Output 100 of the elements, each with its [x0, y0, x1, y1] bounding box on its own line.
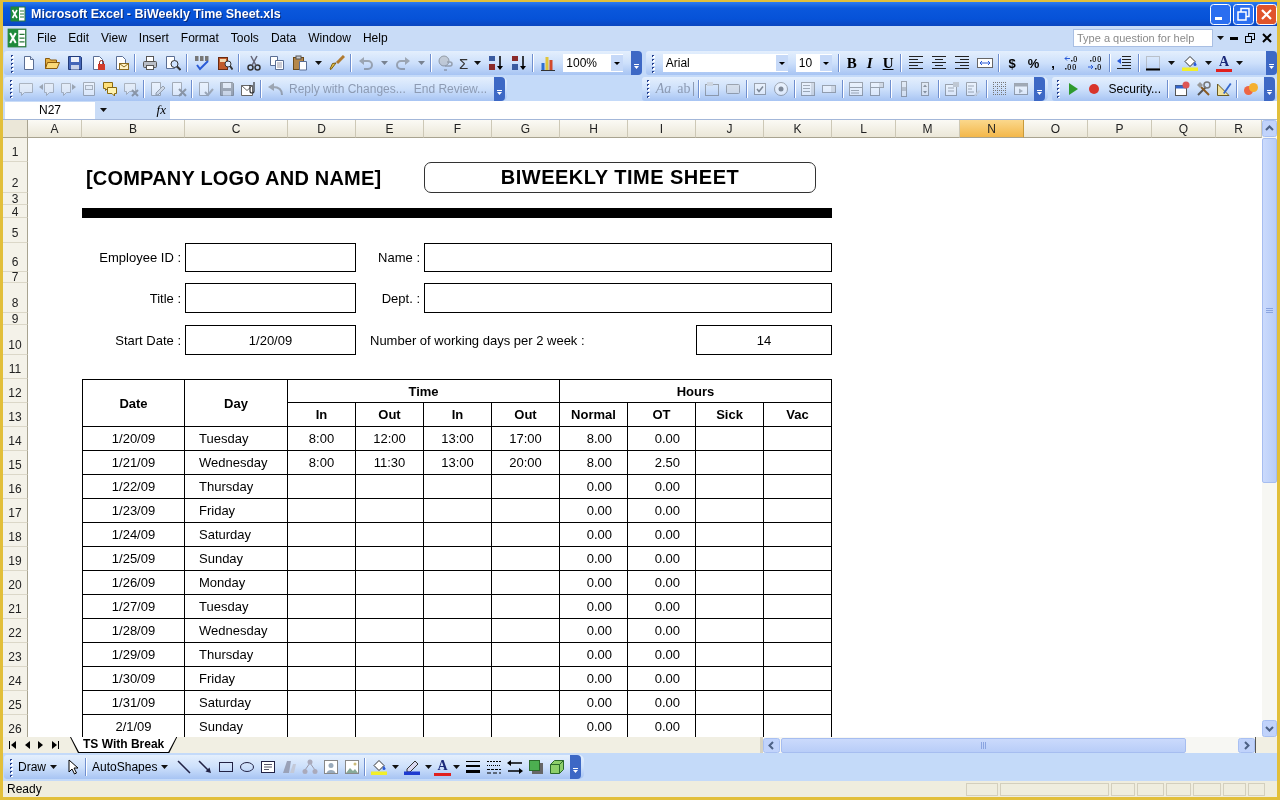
cube-icon[interactable] [549, 759, 566, 775]
close-icon[interactable] [1262, 33, 1272, 43]
grip-icon[interactable] [9, 757, 13, 777]
ruler-pencil-icon[interactable] [1215, 80, 1232, 97]
column-header[interactable]: G [492, 120, 560, 138]
print-preview-icon[interactable] [164, 55, 181, 71]
zoom-combo[interactable]: 100% [563, 54, 624, 72]
caret-icon[interactable] [819, 55, 832, 71]
decrease-indent-icon[interactable] [1116, 55, 1133, 71]
decrease-decimal-icon[interactable] [1087, 55, 1104, 71]
row-header[interactable]: 17 [3, 499, 28, 523]
caret-icon[interactable] [314, 61, 322, 65]
dash-style-icon[interactable] [486, 759, 503, 775]
spreadsheet-icon[interactable] [9, 6, 26, 22]
envelope-paperclip-icon[interactable] [239, 80, 256, 97]
font-size-combo[interactable]: 10 [795, 54, 832, 72]
row-header[interactable]: 3 [3, 193, 28, 205]
column-header[interactable]: Q [1152, 120, 1216, 138]
row-header[interactable]: 16 [3, 475, 28, 499]
rectangle-icon[interactable] [217, 759, 234, 775]
line-icon[interactable] [175, 759, 192, 775]
research-book-icon[interactable] [216, 55, 233, 71]
line-style-icon[interactable] [465, 759, 482, 775]
copy-icon[interactable] [268, 55, 285, 71]
row-header[interactable]: 22 [3, 619, 28, 643]
input-field[interactable]: 14 [696, 325, 832, 355]
italic-button[interactable]: I [861, 53, 878, 73]
row-header[interactable]: 21 [3, 595, 28, 619]
borders-icon[interactable] [1145, 55, 1162, 71]
security-button[interactable]: Security... [1104, 78, 1165, 99]
arrow-style-icon[interactable] [507, 759, 524, 775]
editor-window-icon[interactable] [1173, 80, 1190, 97]
row-header[interactable]: 24 [3, 667, 28, 691]
row-header[interactable]: 4 [3, 205, 28, 218]
column-header[interactable]: F [424, 120, 492, 138]
column-header[interactable]: B [82, 120, 185, 138]
underline-button[interactable]: U [877, 53, 899, 73]
first-sheet-icon[interactable] [9, 741, 17, 749]
comments-icon[interactable] [101, 80, 118, 97]
column-header[interactable]: N [960, 120, 1024, 138]
reject-change-icon[interactable] [170, 80, 187, 97]
formula-input[interactable] [170, 101, 1277, 119]
row-header[interactable]: 1 [3, 138, 28, 162]
caret-icon[interactable] [391, 765, 399, 769]
column-header[interactable]: C [185, 120, 288, 138]
clip-art-icon[interactable] [322, 759, 339, 775]
column-header[interactable]: H [560, 120, 628, 138]
previous-sheet-icon[interactable] [25, 741, 30, 749]
grip-icon[interactable] [9, 79, 13, 98]
caret-icon[interactable] [775, 55, 788, 71]
grip-icon[interactable] [1057, 79, 1061, 98]
font-color-button[interactable]: A [434, 758, 451, 776]
spreadsheet-icon[interactable] [7, 28, 27, 48]
caret-icon[interactable] [424, 765, 432, 769]
menu-item[interactable]: Edit [62, 29, 96, 47]
row-header[interactable]: 23 [3, 643, 28, 667]
caret-icon[interactable] [1205, 61, 1213, 65]
fill-color-icon[interactable] [370, 759, 387, 775]
caret-icon[interactable] [161, 765, 169, 769]
toolbar-options-icon[interactable] [630, 51, 642, 75]
menu-item[interactable]: Insert [132, 29, 175, 47]
toggle-grid-icon[interactable] [992, 80, 1009, 97]
delete-comment-icon[interactable] [122, 80, 139, 97]
grip-lines-icon[interactable] [1266, 307, 1273, 314]
input-field[interactable] [424, 283, 832, 313]
number-format-button[interactable]: $ [1002, 53, 1022, 73]
combo-list-icon[interactable] [848, 80, 865, 97]
input-field[interactable] [185, 243, 356, 272]
oval-icon[interactable] [238, 759, 255, 775]
line-color-icon[interactable] [403, 759, 420, 775]
number-format-button[interactable]: , [1045, 53, 1061, 73]
bold-button[interactable]: B [841, 53, 862, 73]
horizontal-scrollbar[interactable] [760, 737, 1255, 753]
toolbar-options-icon[interactable] [493, 76, 505, 101]
caret-icon[interactable] [1168, 61, 1176, 65]
menu-item[interactable]: Tools [224, 29, 265, 47]
row-header[interactable]: 7 [3, 272, 28, 283]
sort-ascending-icon[interactable] [487, 55, 504, 71]
align-left-icon[interactable] [908, 55, 924, 71]
sheet-tab[interactable]: TS With Break [70, 737, 178, 753]
row-header[interactable]: 25 [3, 691, 28, 715]
track-changes-icon[interactable] [149, 80, 166, 97]
column-header[interactable]: K [764, 120, 832, 138]
menu-item[interactable]: File [31, 29, 63, 47]
caret-icon[interactable] [100, 108, 107, 112]
row-header[interactable]: 8 [3, 283, 28, 313]
restore-icon[interactable] [1245, 33, 1255, 43]
input-field[interactable] [185, 283, 356, 313]
clipboard-icon[interactable] [291, 55, 308, 71]
bar-chart-icon[interactable] [539, 55, 556, 71]
text-box-icon[interactable] [259, 759, 276, 775]
edit-code-icon[interactable] [965, 80, 982, 97]
last-sheet-icon[interactable] [51, 741, 59, 749]
grip-icon[interactable] [647, 79, 651, 98]
column-header[interactable]: D [288, 120, 356, 138]
insert-function-button[interactable]: fx [156, 102, 166, 118]
column-header[interactable]: M [896, 120, 960, 138]
row-header[interactable]: 15 [3, 451, 28, 475]
paintbrush-icon[interactable] [328, 55, 345, 71]
caret-icon[interactable] [473, 61, 481, 65]
